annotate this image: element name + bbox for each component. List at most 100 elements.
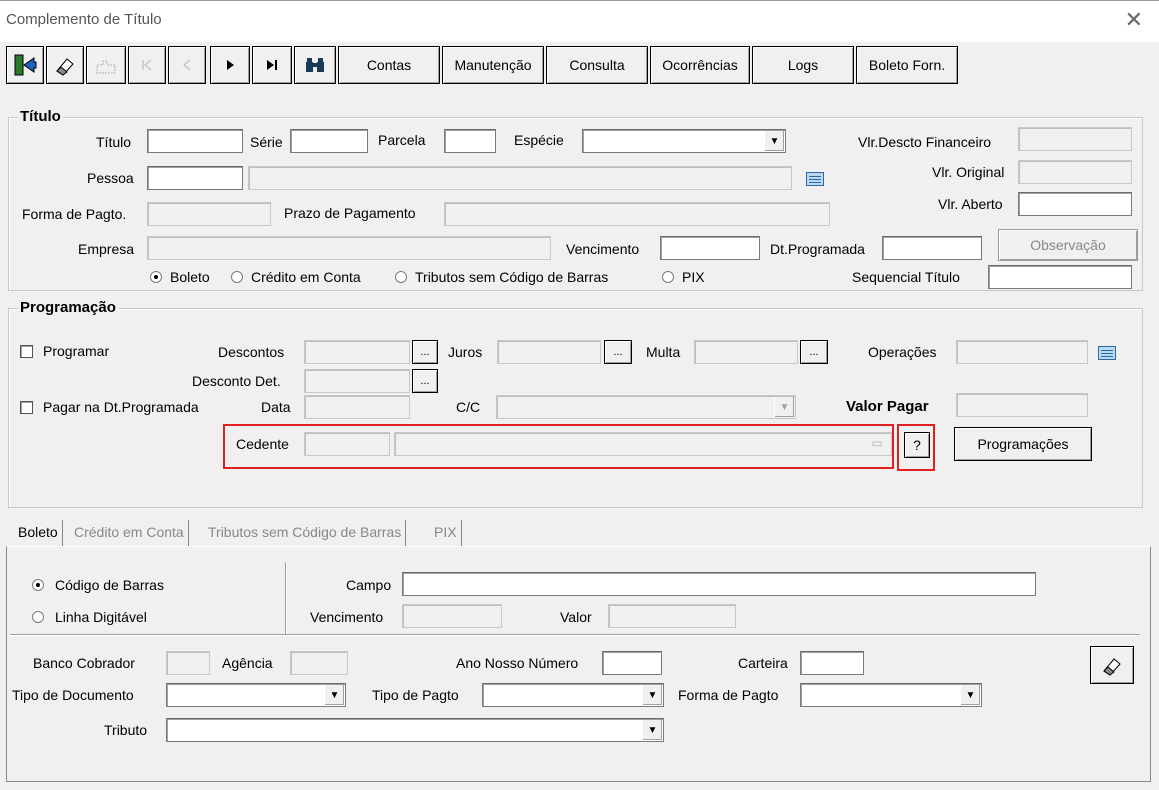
chevron-down-icon[interactable]: ▼ (960, 685, 980, 705)
radio-codigo-barras-label: Código de Barras (55, 577, 164, 593)
serie-input[interactable] (290, 129, 368, 153)
toolbar: Contas Manutenção Consulta Ocorrências L… (0, 42, 1159, 90)
multa-ellipsis-button[interactable]: ... (800, 340, 828, 364)
boleto-clear-button[interactable] (1090, 646, 1134, 684)
manutencao-button[interactable]: Manutenção (442, 46, 544, 84)
titulo-input[interactable] (147, 129, 243, 153)
pessoa-code-input[interactable] (147, 166, 243, 190)
juros-label: Juros (448, 344, 483, 360)
programacoes-button[interactable]: Programações (954, 427, 1092, 461)
tab-pix[interactable]: PIX (430, 520, 462, 546)
ano-nosso-numero-input[interactable] (602, 651, 662, 675)
especie-select[interactable]: ▼ (582, 129, 786, 153)
eraser-icon (1103, 658, 1121, 676)
chevron-down-icon[interactable]: ▼ (764, 131, 784, 151)
first-record-button[interactable] (128, 46, 166, 84)
radio-boleto-label: Boleto (170, 269, 210, 285)
exit-icon (14, 54, 37, 76)
programar-checkbox[interactable] (20, 345, 33, 358)
desconto-det-field (304, 369, 410, 393)
consulta-button[interactable]: Consulta (546, 46, 648, 84)
desconto-det-ellipsis-button[interactable]: ... (412, 369, 438, 393)
pagar-dt-label: Pagar na Dt.Programada (43, 399, 199, 415)
tributo-select[interactable]: ▼ (166, 718, 664, 742)
puzzle-button[interactable] (86, 46, 126, 84)
boleto-forn-button[interactable]: Boleto Forn. (856, 46, 958, 84)
next-icon (227, 60, 234, 70)
vlr-descto-field (1018, 127, 1132, 151)
descontos-label: Descontos (218, 344, 285, 360)
contas-button[interactable]: Contas (338, 46, 440, 84)
desconto-det-label: Desconto Det. (192, 373, 281, 389)
tributo-label: Tributo (104, 722, 148, 738)
juros-ellipsis-button[interactable]: ... (604, 340, 632, 364)
chevron-down-icon: ▼ (774, 397, 794, 417)
tab-boleto[interactable]: Boleto (14, 520, 63, 546)
descontos-ellipsis-button[interactable]: ... (412, 340, 438, 364)
tab-tributos[interactable]: Tributos sem Código de Barras (204, 520, 407, 546)
vencimento-input[interactable] (660, 236, 760, 260)
valor-pagar-field (956, 393, 1088, 417)
operacoes-label: Operações (868, 344, 937, 360)
cc-select: ▼ (496, 395, 796, 419)
clear-button[interactable] (46, 46, 84, 84)
observacao-button[interactable]: Observação (998, 229, 1138, 261)
pessoa-name-field (248, 166, 792, 190)
chevron-down-icon[interactable]: ▼ (642, 685, 662, 705)
previous-record-button[interactable] (168, 46, 206, 84)
carteira-label: Carteira (738, 655, 788, 671)
agencia-label: Agência (222, 655, 273, 671)
data-label: Data (261, 399, 291, 415)
eraser-icon (56, 58, 74, 76)
ocorrencias-button[interactable]: Ocorrências (650, 46, 750, 84)
multa-label: Multa (646, 344, 681, 360)
operacoes-lookup-button[interactable] (1092, 341, 1122, 365)
logs-button[interactable]: Logs (752, 46, 854, 84)
especie-label: Espécie (514, 132, 564, 148)
window-title: Complemento de Título (6, 11, 162, 28)
parcela-input[interactable] (444, 129, 496, 153)
vertical-separator (285, 562, 287, 634)
descontos-field (304, 340, 410, 364)
radio-pix-label: PIX (682, 269, 705, 285)
exit-button[interactable] (6, 46, 44, 84)
tab-credito-em-conta[interactable]: Crédito em Conta (70, 520, 189, 546)
pagar-dt-checkbox[interactable] (20, 401, 33, 414)
radio-boleto[interactable] (150, 271, 162, 283)
radio-linha-digitavel[interactable] (32, 611, 44, 623)
dt-programada-input[interactable] (882, 236, 982, 260)
sequencial-input[interactable] (988, 265, 1132, 289)
tipo-documento-select[interactable]: ▼ (166, 683, 346, 707)
radio-pix[interactable] (662, 271, 674, 283)
close-icon[interactable]: ✕ (1125, 7, 1143, 33)
radio-credito[interactable] (231, 271, 243, 283)
parcela-label: Parcela (378, 132, 426, 148)
titulo-group-title: Título (18, 108, 63, 125)
campo-label: Campo (346, 577, 392, 593)
empresa-field (147, 236, 551, 260)
programar-label: Programar (43, 343, 110, 359)
carteira-input[interactable] (800, 651, 864, 675)
campo-input[interactable] (402, 572, 1036, 596)
vlr-aberto-input[interactable] (1018, 192, 1132, 216)
programacao-group-title: Programação (18, 299, 118, 316)
operacoes-field (956, 340, 1088, 364)
forma-pagto-field (147, 202, 271, 226)
cc-label: C/C (456, 399, 481, 415)
chevron-down-icon[interactable]: ▼ (642, 720, 662, 740)
next-record-button[interactable] (210, 46, 250, 84)
last-icon (267, 60, 277, 70)
last-record-button[interactable] (252, 46, 292, 84)
horizontal-separator (10, 634, 1140, 636)
radio-codigo-barras[interactable] (32, 579, 44, 591)
radio-tributos[interactable] (395, 271, 407, 283)
chevron-down-icon[interactable]: ▼ (324, 685, 344, 705)
tipo-pagto-select[interactable]: ▼ (482, 683, 664, 707)
titulo-label: Título (96, 134, 132, 150)
help-highlight (897, 424, 935, 471)
forma-pagto-boleto-label: Forma de Pagto (678, 687, 779, 703)
banco-cobrador-field (166, 651, 210, 675)
search-button[interactable] (294, 46, 336, 84)
forma-pagto-select[interactable]: ▼ (800, 683, 982, 707)
pessoa-lookup-button[interactable] (800, 167, 830, 191)
